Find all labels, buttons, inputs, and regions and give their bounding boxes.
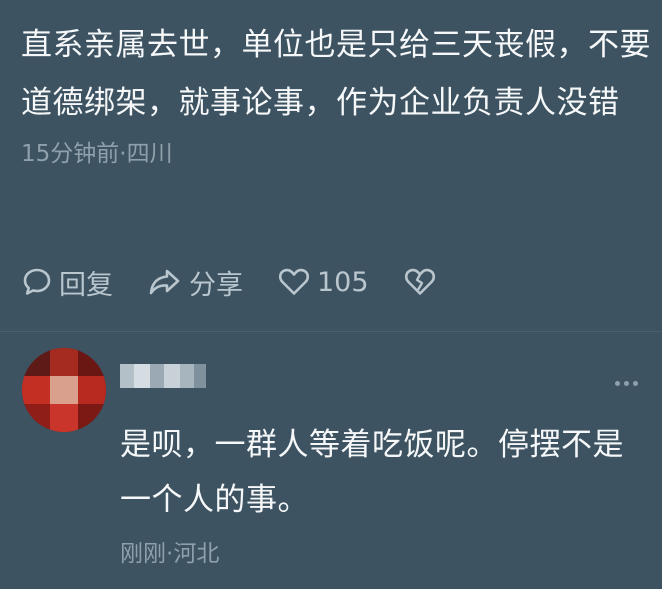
broken-heart-icon	[404, 268, 435, 295]
like-button[interactable]: 105	[277, 266, 369, 298]
username-pixel	[180, 364, 194, 388]
avatar-pixel	[50, 376, 78, 404]
share-label: 分享	[189, 269, 243, 301]
comment-actions: 回复 分享 105	[21, 260, 471, 304]
comment-time: 15分钟前	[21, 141, 120, 167]
blurred-username[interactable]	[120, 364, 206, 388]
more-dot	[624, 381, 629, 386]
reply-location: 河北	[173, 541, 220, 567]
chat-bubble-icon	[23, 268, 51, 295]
share-button[interactable]: 分享	[147, 263, 243, 302]
reply-time: 刚刚	[120, 541, 166, 567]
like-count: 105	[317, 266, 369, 298]
username-pixel	[134, 364, 150, 388]
divider	[0, 331, 662, 332]
avatar-pixel	[22, 404, 50, 432]
avatar-pixel	[78, 404, 106, 432]
avatar-pixel	[22, 348, 50, 376]
more-dot	[633, 381, 638, 386]
share-arrow-icon	[149, 269, 180, 295]
avatar-pixel	[50, 404, 78, 432]
reply-meta: 刚刚·河北	[120, 534, 219, 568]
meta-separator: ·	[119, 141, 127, 167]
more-dot	[615, 381, 620, 386]
avatar-pixel	[78, 376, 106, 404]
heart-icon	[278, 268, 310, 295]
username-pixel	[194, 364, 206, 388]
comment-text: 直系亲属去世，单位也是只给三天丧假，不要道德绑架，就事论事，作为企业负责人没错	[21, 27, 651, 121]
username-pixel	[120, 364, 134, 388]
comment-location: 四川	[126, 141, 173, 167]
more-dots-icon[interactable]	[615, 381, 638, 386]
username-pixel	[150, 364, 164, 388]
reply-label: 回复	[59, 269, 113, 301]
avatar[interactable]	[22, 348, 106, 432]
avatar-pixel	[50, 348, 78, 376]
reply-text: 是呗，一群人等着吃饭呢。停摆不是一个人的事。	[120, 427, 624, 518]
dislike-button[interactable]	[403, 266, 437, 298]
reply-button[interactable]: 回复	[21, 263, 113, 302]
username-pixel	[164, 364, 180, 388]
comment: 直系亲属去世，单位也是只给三天丧假，不要道德绑架，就事论事，作为企业负责人没错 …	[21, 16, 651, 170]
comment-meta: 15分钟前·四川	[21, 138, 651, 170]
avatar-pixel	[22, 376, 50, 404]
reply-comment: 是呗，一群人等着吃饭呢。停摆不是一个人的事。 刚刚·河北	[22, 348, 652, 578]
avatar-pixel	[78, 348, 106, 376]
